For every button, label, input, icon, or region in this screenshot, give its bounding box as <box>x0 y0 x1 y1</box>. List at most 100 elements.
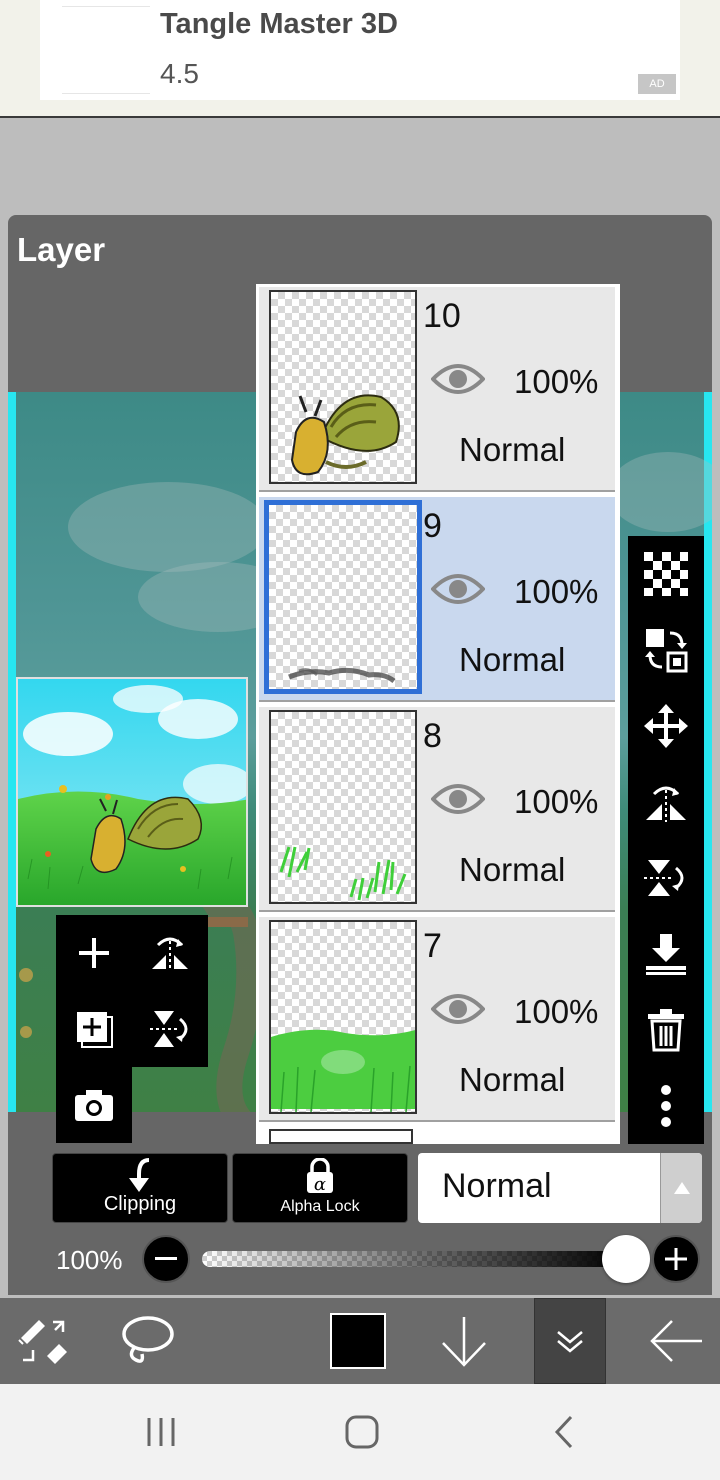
layer-panel-toggle-button[interactable] <box>534 1298 606 1384</box>
home-button[interactable] <box>332 1406 392 1458</box>
ad-banner[interactable]: Tangle Master 3D 4.5 AD <box>0 0 720 118</box>
visibility-eye-icon[interactable] <box>431 779 485 819</box>
thumbnail-artwork <box>18 679 246 905</box>
camera-button[interactable] <box>56 1067 132 1143</box>
layer-row-10[interactable]: 10 100% Normal <box>259 287 615 492</box>
swap-layer-icon <box>645 629 688 673</box>
merge-down-button[interactable] <box>628 916 704 992</box>
layer-tools-left <box>56 915 208 1067</box>
system-back-button[interactable] <box>534 1406 594 1458</box>
layer-tools-camera <box>56 1067 132 1143</box>
double-chevron-down-icon <box>557 1331 583 1353</box>
blend-mode-value: Normal <box>442 1167 552 1205</box>
layer-blend-mode: Normal <box>459 851 566 888</box>
ad-card[interactable]: Tangle Master 3D 4.5 AD <box>40 0 680 100</box>
layer-row-8[interactable]: 8 100% Normal <box>259 707 615 912</box>
lock-icon: α <box>307 1158 333 1194</box>
layer-thumbnail[interactable] <box>269 290 417 484</box>
layer-row-partial[interactable] <box>269 1129 413 1144</box>
arrow-down-button[interactable] <box>428 1298 500 1384</box>
trash-icon <box>648 1009 684 1052</box>
lasso-icon <box>122 1316 174 1363</box>
visibility-eye-icon[interactable] <box>431 569 485 609</box>
more-options-button[interactable] <box>628 1068 704 1144</box>
canvas-thumbnail[interactable] <box>16 677 248 907</box>
transform-tool-icon <box>18 1320 67 1364</box>
transform-tool-button[interactable] <box>8 1298 80 1384</box>
layer-row-9[interactable]: 9 100% Normal <box>259 497 615 702</box>
ad-badge: AD <box>638 74 676 94</box>
camera-icon <box>75 1090 113 1121</box>
flip-vertical-button[interactable] <box>628 840 704 916</box>
visibility-eye-icon[interactable] <box>431 359 485 399</box>
arrow-down-icon <box>442 1317 486 1367</box>
plus-icon <box>665 1248 687 1270</box>
triangle-up-icon <box>673 1182 690 1194</box>
back-button[interactable] <box>640 1298 712 1384</box>
layer-blend-mode: Normal <box>459 431 566 468</box>
current-color-swatch <box>330 1313 386 1369</box>
layer-opacity: 100% <box>514 993 599 1030</box>
blend-mode-select[interactable]: Normal <box>418 1153 702 1223</box>
canvas-top-area <box>0 120 720 215</box>
ad-title[interactable]: Tangle Master 3D <box>160 8 398 41</box>
recent-apps-icon <box>147 1418 175 1446</box>
minus-icon <box>155 1257 177 1260</box>
blend-mode-dropdown-toggle[interactable] <box>660 1153 702 1223</box>
flip-horizontal-button[interactable] <box>628 764 704 840</box>
transparency-button[interactable] <box>628 536 704 612</box>
flip-vertical-layer-button[interactable] <box>132 991 208 1067</box>
layers-list[interactable]: 10 100% Normal 9 100% Normal 8 100% Norm… <box>256 284 620 1144</box>
clipping-label: Clipping <box>103 1193 177 1215</box>
ad-app-icon[interactable] <box>62 6 150 94</box>
layer-thumbnail[interactable] <box>269 920 417 1114</box>
flip-horizontal-icon <box>646 786 686 822</box>
layer-number: 8 <box>423 717 442 755</box>
system-navigation-bar <box>0 1384 720 1480</box>
layer-thumbnail[interactable] <box>269 710 417 904</box>
alpha-symbol: α <box>314 1174 326 1194</box>
back-arrow-icon <box>650 1320 702 1362</box>
opacity-increase-button[interactable] <box>652 1235 700 1283</box>
copy-layer-button[interactable] <box>56 991 132 1067</box>
recent-apps-button[interactable] <box>131 1406 191 1458</box>
add-copy-layer-icon <box>77 1012 113 1048</box>
layer-thumbnail[interactable] <box>264 500 422 694</box>
layer-opacity: 100% <box>514 573 599 610</box>
flip-horizontal-layer-button[interactable] <box>132 915 208 991</box>
layer-7-artwork <box>271 1029 415 1112</box>
lasso-tool-button[interactable] <box>110 1298 186 1384</box>
more-icon <box>661 1085 671 1127</box>
move-icon <box>644 704 688 748</box>
layer-panel: Layer 10 100% Normal 9 100% Normal 8 100… <box>8 215 712 1295</box>
opacity-decrease-button[interactable] <box>142 1235 190 1283</box>
layer-opacity: 100% <box>514 363 599 400</box>
layer-row-7[interactable]: 7 100% Normal <box>259 917 615 1122</box>
layer-opacity: 100% <box>514 783 599 820</box>
ad-badge-label: AD <box>649 78 665 90</box>
layer-blend-mode: Normal <box>459 641 566 678</box>
add-layer-button[interactable] <box>56 915 132 991</box>
layer-9-artwork <box>288 667 396 684</box>
chevron-left-icon <box>554 1415 573 1449</box>
move-button[interactable] <box>628 688 704 764</box>
opacity-value-label: 100% <box>56 1245 123 1275</box>
alpha-lock-button[interactable]: α Alpha Lock <box>232 1153 408 1223</box>
main-toolbar <box>0 1298 720 1384</box>
clipping-button[interactable]: Clipping <box>52 1153 228 1223</box>
panel-title: Layer <box>17 231 106 268</box>
ad-rating: 4.5 <box>160 58 199 89</box>
layer-tools-right <box>628 536 704 1144</box>
add-layer-icon <box>79 938 109 968</box>
layer-number: 7 <box>423 927 442 965</box>
swap-layer-button[interactable] <box>628 612 704 688</box>
merge-down-icon <box>646 934 686 975</box>
layer-number: 9 <box>423 507 442 545</box>
opacity-slider-handle[interactable] <box>602 1235 650 1283</box>
color-swatch-button[interactable] <box>322 1298 394 1384</box>
opacity-slider-track[interactable] <box>202 1251 626 1267</box>
delete-layer-button[interactable] <box>628 992 704 1068</box>
flip-vertical-icon <box>644 860 684 896</box>
visibility-eye-icon[interactable] <box>431 989 485 1029</box>
layer-number: 10 <box>423 297 461 335</box>
